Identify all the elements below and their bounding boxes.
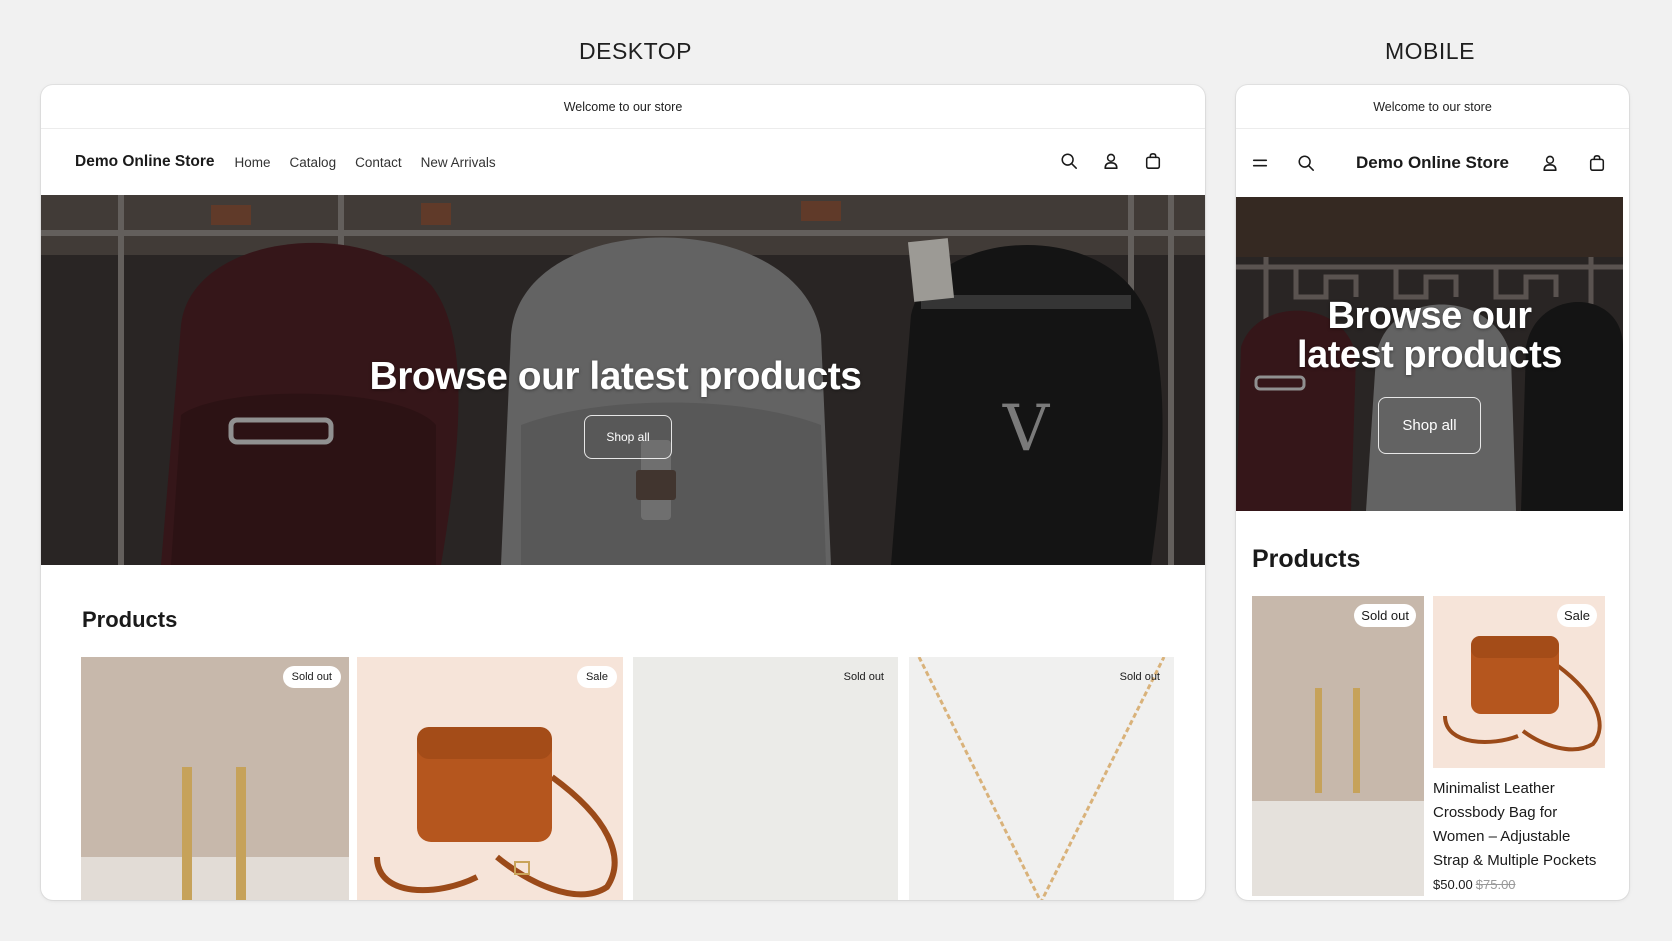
earrings-image bbox=[81, 657, 349, 900]
sold-out-badge: Sold out bbox=[1119, 671, 1160, 683]
hero-banner: V Browse our latest products Shop all bbox=[41, 195, 1205, 565]
sold-out-badge: Sold out bbox=[282, 666, 341, 688]
mobile-label: MOBILE bbox=[1385, 38, 1475, 64]
sale-price: $50.00 bbox=[1433, 877, 1473, 892]
product-card-crossbody-bag[interactable]: Sale bbox=[357, 657, 625, 900]
product-grid: Sold out Sale Sold out Sold out bbox=[81, 657, 1205, 900]
sale-badge: Sale bbox=[576, 666, 617, 688]
store-logo[interactable]: Demo Online Store bbox=[75, 153, 215, 171]
account-icon[interactable] bbox=[1101, 151, 1121, 171]
mobile-preview: Welcome to our store Demo Online Store B… bbox=[1236, 85, 1629, 900]
shop-all-button[interactable]: Shop all bbox=[584, 415, 672, 459]
plain-product-image bbox=[633, 657, 898, 900]
hero-title: Browse our latest products bbox=[369, 355, 862, 398]
product-card-earrings[interactable]: Sold out bbox=[1252, 596, 1424, 896]
hero-title-line-2: latest products bbox=[1297, 334, 1562, 376]
nav-catalog[interactable]: Catalog bbox=[290, 155, 337, 170]
header-icons bbox=[1059, 151, 1163, 171]
compare-at-price: $75.00 bbox=[1475, 877, 1516, 892]
main-nav: Home Catalog Contact New Arrivals bbox=[235, 155, 496, 170]
sold-out-badge: Sold out bbox=[1354, 604, 1416, 627]
search-icon[interactable] bbox=[1059, 151, 1079, 171]
nav-contact[interactable]: Contact bbox=[355, 155, 402, 170]
account-icon[interactable] bbox=[1540, 153, 1560, 173]
mobile-header: Demo Online Store bbox=[1236, 129, 1629, 197]
announcement-bar: Welcome to our store bbox=[41, 85, 1205, 129]
product-grid: Sold out Sale Minimalist Leather Crossbo… bbox=[1252, 596, 1629, 896]
sold-out-badge: Sold out bbox=[843, 671, 884, 683]
product-card-necklace[interactable]: Sold out bbox=[909, 657, 1177, 900]
product-card-crossbody-bag[interactable]: Sale Minimalist Leather Crossbody Bag fo… bbox=[1433, 596, 1605, 896]
product-price: $50.00 $75.00 bbox=[1433, 877, 1605, 892]
desktop-preview: Welcome to our store Demo Online Store H… bbox=[41, 85, 1205, 900]
cart-icon[interactable] bbox=[1143, 151, 1163, 171]
hero-banner: Browse our latest products Shop all bbox=[1236, 197, 1623, 511]
search-icon[interactable] bbox=[1296, 153, 1316, 173]
product-name[interactable]: Minimalist Leather Crossbody Bag for Wom… bbox=[1433, 777, 1605, 873]
products-heading: Products bbox=[1252, 545, 1361, 573]
desktop-header: Demo Online Store Home Catalog Contact N… bbox=[41, 129, 1205, 195]
cart-icon[interactable] bbox=[1587, 153, 1607, 173]
nav-new-arrivals[interactable]: New Arrivals bbox=[421, 155, 496, 170]
shop-all-button[interactable]: Shop all bbox=[1378, 397, 1481, 454]
products-heading: Products bbox=[82, 607, 178, 632]
desktop-label: DESKTOP bbox=[579, 38, 692, 64]
earrings-image bbox=[1252, 596, 1424, 896]
nav-home[interactable]: Home bbox=[235, 155, 271, 170]
menu-icon[interactable] bbox=[1250, 153, 1270, 173]
product-card-earrings[interactable]: Sold out bbox=[81, 657, 349, 900]
crossbody-bag-image bbox=[357, 657, 623, 900]
hero-title-line-1: Browse our bbox=[1327, 295, 1532, 337]
announcement-bar: Welcome to our store bbox=[1236, 85, 1629, 129]
necklace-image bbox=[909, 657, 1174, 900]
sale-badge: Sale bbox=[1556, 604, 1597, 627]
product-card-plain[interactable]: Sold out bbox=[633, 657, 901, 900]
store-logo[interactable]: Demo Online Store bbox=[1236, 153, 1629, 173]
